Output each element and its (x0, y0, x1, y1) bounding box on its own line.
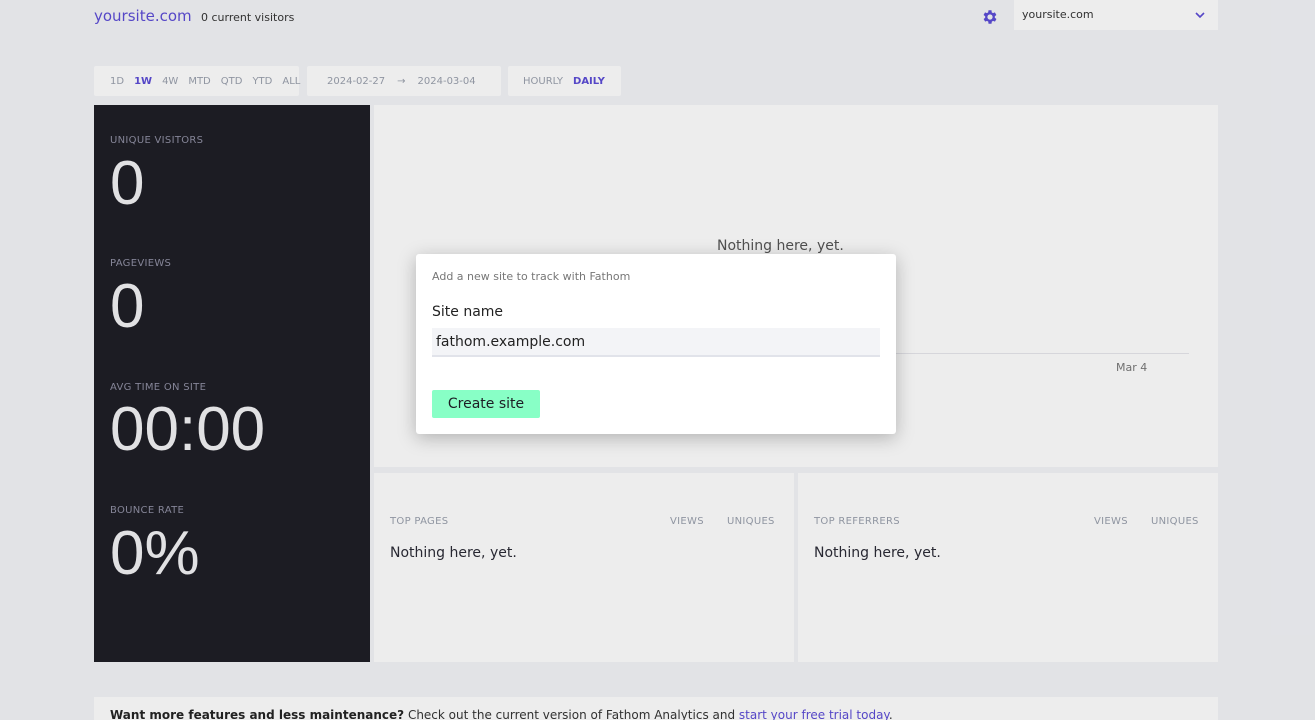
create-site-button[interactable]: Create site (432, 390, 540, 418)
site-name-label: Site name (432, 304, 504, 320)
modal-heading: Add a new site to track with Fathom (432, 270, 631, 283)
site-name-input[interactable] (432, 328, 880, 357)
add-site-modal: Add a new site to track with Fathom Site… (416, 254, 896, 434)
